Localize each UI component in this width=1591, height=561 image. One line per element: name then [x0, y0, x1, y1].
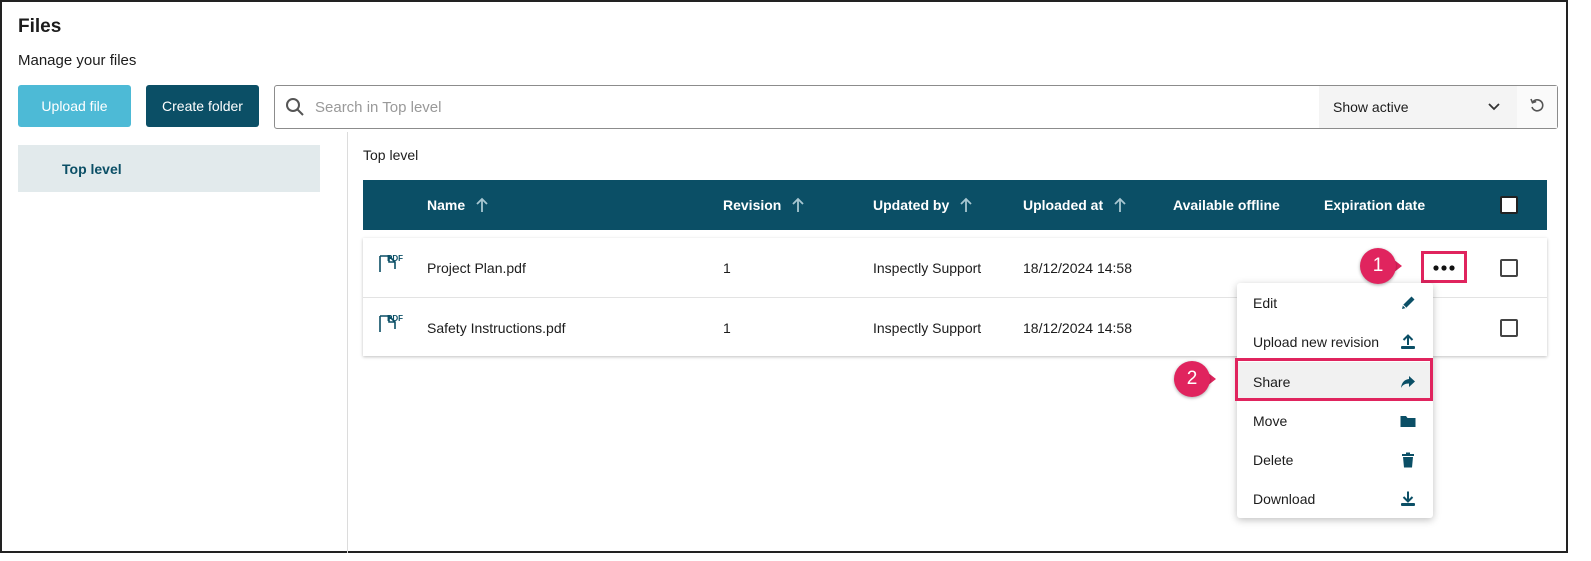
more-horizontal-icon	[1433, 258, 1455, 276]
pdf-file-icon	[377, 298, 403, 357]
step-callout-2: 2	[1174, 361, 1216, 397]
row-actions-button[interactable]	[1421, 251, 1467, 283]
sidebar-item-top-level[interactable]: Top level	[18, 145, 320, 192]
row-checkbox[interactable]	[1500, 318, 1518, 337]
page-title: Files	[18, 16, 62, 37]
sort-ascending-icon	[960, 197, 972, 212]
share-highlight-box	[1235, 358, 1433, 401]
file-name[interactable]: Safety Instructions.pdf	[427, 298, 566, 357]
pdf-file-icon	[377, 238, 403, 297]
menu-item-delete[interactable]: Delete	[1237, 440, 1433, 479]
column-header-uploaded-at[interactable]: Uploaded at	[1023, 180, 1127, 230]
select-all-checkbox[interactable]	[1500, 196, 1518, 214]
pencil-icon	[1397, 292, 1419, 314]
chevron-down-icon	[1487, 99, 1501, 116]
trash-icon	[1397, 449, 1419, 471]
search-icon	[275, 87, 315, 127]
sidebar-item-label: Top level	[62, 160, 122, 177]
file-name[interactable]: Project Plan.pdf	[427, 238, 526, 297]
reset-filters-button[interactable]	[1517, 86, 1557, 128]
menu-item-move[interactable]: Move	[1237, 401, 1433, 440]
file-uploaded-at: 18/12/2024 14:58	[1023, 319, 1132, 336]
table-header: Name Revision Updated by Uploaded at Ava…	[363, 180, 1547, 230]
file-uploaded-at: 18/12/2024 14:58	[1023, 259, 1132, 276]
sort-ascending-icon	[792, 197, 804, 212]
step-callout-1: 1	[1360, 248, 1402, 284]
folder-icon	[1397, 410, 1419, 432]
file-revision: 1	[723, 259, 731, 276]
column-header-available-offline: Available offline	[1173, 197, 1280, 213]
sort-ascending-icon	[1114, 197, 1126, 212]
search-input[interactable]	[315, 87, 1319, 127]
download-icon	[1397, 488, 1419, 510]
select-all-checkbox-cell	[1500, 180, 1518, 230]
status-filter-value: Show active	[1333, 99, 1409, 115]
file-updated-by: Inspectly Support	[873, 259, 982, 276]
upload-file-button[interactable]: Upload file	[18, 85, 131, 127]
column-header-name[interactable]: Name	[427, 180, 489, 230]
status-filter-select[interactable]: Show active	[1319, 86, 1517, 128]
column-header-revision[interactable]: Revision	[723, 180, 805, 230]
column-header-expiration-date: Expiration date	[1324, 197, 1426, 213]
create-folder-button[interactable]: Create folder	[146, 85, 259, 127]
column-header-updated-by[interactable]: Updated by	[873, 180, 973, 230]
row-checkbox[interactable]	[1500, 258, 1518, 277]
row-checkbox-cell	[1500, 238, 1518, 297]
divider	[347, 132, 348, 553]
search-bar: Show active	[274, 85, 1558, 129]
upload-icon	[1397, 331, 1419, 353]
page-subtitle: Manage your files	[18, 52, 137, 69]
menu-item-upload-new-revision[interactable]: Upload new revision	[1237, 322, 1433, 361]
breadcrumb: Top level	[363, 147, 419, 163]
menu-item-edit[interactable]: Edit	[1237, 283, 1433, 322]
row-checkbox-cell	[1500, 298, 1518, 357]
file-updated-by: Inspectly Support	[873, 319, 982, 336]
callout-number: 2	[1174, 361, 1210, 397]
app-window: Files Manage your files Upload file Crea…	[0, 0, 1568, 553]
sort-ascending-icon	[476, 197, 488, 212]
menu-item-download[interactable]: Download	[1237, 479, 1433, 518]
reset-icon	[1529, 97, 1545, 118]
callout-number: 1	[1360, 248, 1396, 284]
pdf-badge: PDF	[387, 313, 403, 323]
pdf-badge: PDF	[387, 253, 403, 263]
file-revision: 1	[723, 319, 731, 336]
